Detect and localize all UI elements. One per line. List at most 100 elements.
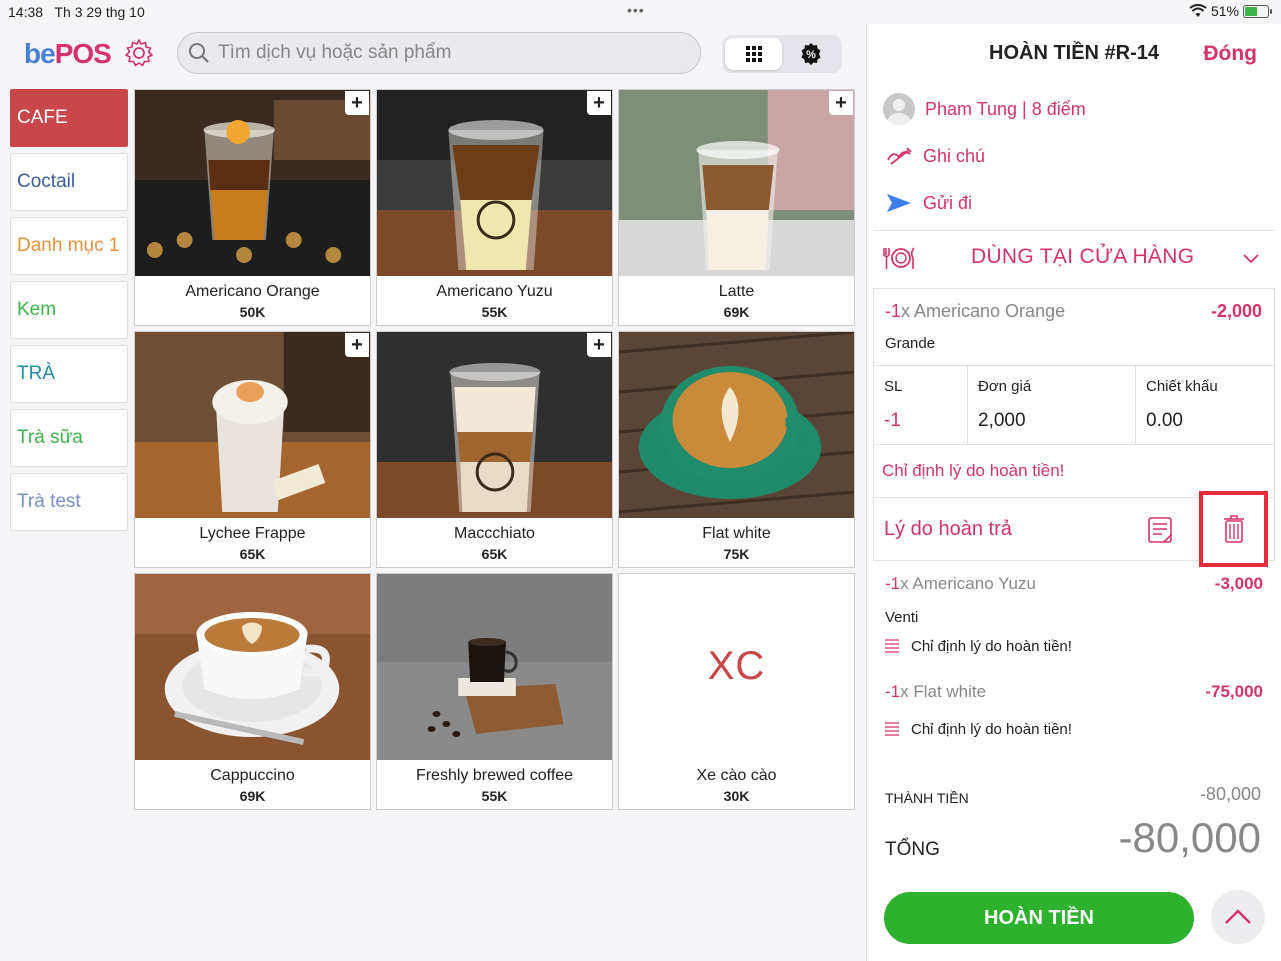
product-card[interactable]: XC Xe cào cào 30K	[618, 573, 855, 810]
product-card[interactable]: + Americano Orange 50K	[134, 89, 371, 326]
category-cafe[interactable]: CAFE	[10, 89, 128, 147]
add-icon[interactable]: +	[587, 91, 611, 115]
subtotal-value: -80,000	[1199, 784, 1261, 804]
line-item-name: x Americano Yuzu	[900, 574, 1036, 593]
search-bar[interactable]	[177, 32, 701, 74]
product-price: 55K	[481, 788, 508, 804]
category-label: TRÀ	[17, 363, 55, 384]
dine-mode-selector[interactable]: DÙNG TẠI CỬA HÀNG	[881, 239, 1276, 279]
price-value[interactable]: 2,000	[978, 410, 1026, 432]
product-card[interactable]: + Maccchiato 65K	[376, 331, 613, 568]
cutlery-plate-icon	[883, 247, 915, 269]
logo-be: be	[24, 38, 56, 69]
product-name: Xe cào cào	[696, 767, 777, 784]
chevron-down-icon	[1243, 254, 1259, 264]
customer-row[interactable]: Pham Tung | 8 điểm	[881, 93, 1086, 125]
category-tra-sua[interactable]: Trà sữa	[10, 409, 128, 467]
discount-cell[interactable]: Chiết khấu 0.00	[1136, 366, 1274, 444]
multitask-dots-icon[interactable]: •••	[627, 2, 645, 18]
add-icon[interactable]: +	[345, 333, 369, 357]
line-item-name: x Flat white	[900, 682, 987, 701]
category-label: Kem	[17, 299, 57, 320]
list-lines-icon	[885, 721, 899, 736]
product-image	[619, 332, 854, 518]
search-input[interactable]	[218, 42, 688, 64]
product-name: Lychee Frappe	[199, 525, 306, 542]
refund-title: HOÀN TIỀN #R-14	[989, 42, 1160, 64]
view-toggle: %	[722, 35, 842, 73]
status-indicators: 51%	[1189, 3, 1272, 19]
qty-header: SL	[884, 378, 903, 395]
send-label: Gửi đi	[923, 192, 973, 213]
line-item-note[interactable]: Chỉ định lý do hoàn tiền!	[885, 721, 1072, 738]
product-pane: bePOS % CAFE Coctail Danh mục 1 Kem TRÀ …	[0, 24, 866, 961]
product-image	[377, 574, 612, 760]
refund-reason-label[interactable]: Lý do hoàn trả	[884, 518, 1012, 541]
product-card[interactable]: + Lychee Frappe 65K	[134, 331, 371, 568]
line-item-note-text: Chỉ định lý do hoàn tiền!	[911, 638, 1072, 655]
product-price: 50K	[239, 304, 266, 320]
category-tra-test[interactable]: Trà test	[10, 473, 128, 531]
product-name: Freshly brewed coffee	[415, 767, 574, 784]
line-item-size: Venti	[885, 609, 919, 626]
add-icon[interactable]: +	[587, 333, 611, 357]
product-price: 55K	[481, 304, 508, 320]
line-item-name: x Americano Orange	[901, 301, 1066, 321]
product-card[interactable]: Cappuccino 69K	[134, 573, 371, 810]
app-logo: bePOS	[24, 38, 112, 70]
category-label: Danh mục 1	[17, 235, 120, 256]
total-value: -80,000	[1118, 814, 1261, 861]
line-item-amount: -3,000	[1214, 574, 1263, 593]
category-danh-muc-1[interactable]: Danh mục 1	[10, 217, 128, 275]
settings-gear-icon[interactable]	[124, 38, 154, 68]
line-item-title[interactable]: -1x Flat white	[885, 682, 986, 702]
qty-value[interactable]: -1	[884, 410, 901, 432]
status-clock: 14:38	[8, 4, 44, 20]
refund-button[interactable]: HOÀN TIỀN	[884, 892, 1194, 944]
category-kem[interactable]: Kem	[10, 281, 128, 339]
qty-cell[interactable]: SL -1	[874, 366, 968, 444]
send-row[interactable]: Gửi đi	[881, 188, 972, 218]
product-card[interactable]: + Americano Yuzu 55K	[376, 89, 613, 326]
product-card[interactable]: Flat white 75K	[618, 331, 855, 568]
product-price: 65K	[239, 546, 266, 562]
add-icon[interactable]: +	[345, 91, 369, 115]
line-item-title[interactable]: -1x Americano Yuzu	[885, 574, 1036, 594]
product-card[interactable]: Freshly brewed coffee 55K	[376, 573, 613, 810]
chevron-up-icon	[1225, 909, 1251, 924]
send-arrow-icon	[881, 188, 917, 218]
logo-pos: POS	[54, 38, 112, 69]
product-name: Latte	[718, 283, 755, 300]
line-item-title: -1x Americano Orange	[885, 301, 1065, 322]
product-name: Americano Orange	[185, 283, 320, 300]
line-item-note[interactable]: Chỉ định lý do hoàn tiền!	[885, 638, 1072, 655]
note-row[interactable]: Ghi chú	[881, 141, 985, 171]
customer-label: Pham Tung | 8 điểm	[925, 98, 1086, 119]
product-price: 30K	[723, 788, 750, 804]
discount-view-button[interactable]: %	[782, 38, 839, 70]
price-cell[interactable]: Đơn giá 2,000	[968, 366, 1136, 444]
expand-up-button[interactable]	[1211, 890, 1265, 944]
category-coctail[interactable]: Coctail	[10, 153, 128, 211]
discount-header: Chiết khấu	[1146, 378, 1218, 395]
category-list: CAFE Coctail Danh mục 1 Kem TRÀ Trà sữa …	[10, 89, 128, 537]
note-document-icon[interactable]	[1146, 515, 1176, 545]
grid-view-button[interactable]	[725, 38, 782, 70]
line-item-size: Grande	[885, 335, 936, 352]
close-button[interactable]: Đóng	[1203, 42, 1257, 66]
delete-line-item-button[interactable]	[1199, 491, 1268, 567]
dine-mode-label: DÙNG TẠI CỬA HÀNG	[971, 245, 1195, 268]
line-item-qty: -1	[885, 301, 902, 321]
category-tra[interactable]: TRÀ	[10, 345, 128, 403]
discount-value[interactable]: 0.00	[1146, 410, 1183, 432]
product-image	[135, 90, 370, 276]
product-image	[377, 332, 612, 518]
product-image	[135, 574, 370, 760]
battery-percent: 51%	[1210, 3, 1239, 19]
add-icon[interactable]: +	[829, 91, 853, 115]
wifi-icon	[1189, 4, 1207, 17]
category-label: CAFE	[17, 107, 68, 128]
product-name: Cappuccino	[210, 767, 295, 784]
product-card[interactable]: + Latte 69K	[618, 89, 855, 326]
price-header: Đơn giá	[978, 378, 1032, 395]
